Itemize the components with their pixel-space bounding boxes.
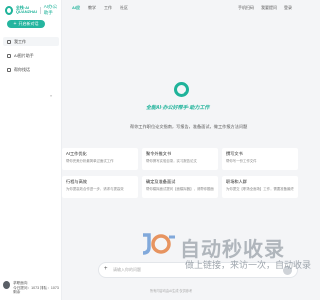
user-meta: 今日提问：1073 排队：1073 剩余 <box>13 285 59 295</box>
card-desc: 帮你写一份工作文件 <box>226 159 257 163</box>
footer-note: 所有内容均由AI生成 仅供参考 <box>150 289 193 293</box>
top-nav: AI应 教学 工作 社区 手机扫码 我要提问 登录 <box>62 0 300 14</box>
feature-card[interactable]: 确定及准备面试 帮你模拟面试提问【面模拟器】，请帮你题面一 <box>142 176 218 198</box>
document-icon <box>7 39 11 44</box>
feature-card[interactable]: 职场和人群 为你提交【职场全面场】工作，需要准备最终做工 <box>222 176 298 198</box>
tab-teaching[interactable]: 教学 <box>88 5 96 11</box>
plus-icon: + <box>13 20 17 27</box>
feature-card[interactable]: AI工作优化 帮你完美分析最简单过面试工作 <box>62 148 138 170</box>
mobile-scan-link[interactable]: 手机扫码 <box>238 5 254 11</box>
card-desc: 帮你撰写实验目录，实习报告论文 <box>146 159 197 163</box>
ask-question-link[interactable]: 我要提问 <box>261 5 277 11</box>
hero-slogan: 全能AI·办公好帮手·助力工作 <box>146 105 210 111</box>
brand-logo-icon <box>5 5 13 15</box>
card-desc: 帮你模拟面试提问【面模拟器】，请帮你题面一 <box>146 187 214 191</box>
new-chat-label: 开启新对话 <box>18 21 39 26</box>
new-chat-button[interactable]: + 开启新对话 <box>7 20 45 28</box>
sidebar-item-ai-image[interactable]: AI图片助手 <box>3 51 59 60</box>
card-title: 确定及准备面试 <box>146 179 176 184</box>
card-title: 职场和人群 <box>226 179 247 184</box>
card-title: 行程与高效 <box>66 179 87 184</box>
sidebar-item-label: AI图片助手 <box>14 52 34 58</box>
sidebar-item-find-words[interactable]: 帮你找话 <box>3 65 59 74</box>
hero-description: 帮你工作职位论文指南，写报告，准备面试，做工作报方法问题 <box>130 124 248 129</box>
attach-icon[interactable]: + <box>104 266 108 272</box>
brand-subtitle: AI办公助手 <box>43 4 58 15</box>
login-link[interactable]: 登录 <box>284 5 292 11</box>
tab-ai[interactable]: AI应 <box>72 5 80 11</box>
image-icon <box>7 53 11 58</box>
chat-input[interactable]: 请输入你的问题 <box>113 267 141 273</box>
watermark-subtitle: 做上链接，来访一次，自动收录 <box>185 260 312 270</box>
card-title: AI工作优化 <box>66 151 87 156</box>
chat-icon <box>7 67 11 72</box>
card-desc: 帮你完美分析最简单过面试工作 <box>66 159 114 163</box>
brand[interactable]: 全栈·AI QUANZHAI AI办公助手 <box>5 4 61 16</box>
sidebar-item-label: 我工作 <box>14 38 26 44</box>
avatar <box>3 281 11 289</box>
brand-divider <box>39 6 41 14</box>
user-profile[interactable]: 求职面向 今日提问：1073 排队：1073 剩余 <box>3 281 61 295</box>
card-title: 聚令外推文书 <box>146 151 172 156</box>
tab-community[interactable]: 社区 <box>120 5 128 11</box>
hero-logo-icon <box>174 82 189 97</box>
feature-card[interactable]: 聚令外推文书 帮你撰写实验目录，实习报告论文 <box>142 148 218 170</box>
feature-card[interactable]: 撰写文书 帮你写一份工作文件 <box>222 148 298 170</box>
sidebar-item-label: 帮你找话 <box>14 66 30 72</box>
card-desc: 为你提交【职场全面场】工作，需要准备最终做工 <box>226 187 294 191</box>
card-desc: 为你提高效合作进一步，请求与提高效 <box>66 187 124 191</box>
collapse-sidebar-icon[interactable]: « <box>50 93 52 98</box>
card-title: 撰写文书 <box>226 151 243 156</box>
sidebar: 全栈·AI QUANZHAI AI办公助手 + 开启新对话 我工作 AI图片助手… <box>0 0 62 300</box>
watermark-logo-icon <box>142 233 175 255</box>
sidebar-item-work[interactable]: 我工作 <box>3 37 59 46</box>
tab-work[interactable]: 工作 <box>104 5 112 11</box>
feature-card[interactable]: 行程与高效 为你提高效合作进一步，请求与提高效 <box>62 176 138 198</box>
brand-name-en: QUANZHAI <box>15 9 37 14</box>
